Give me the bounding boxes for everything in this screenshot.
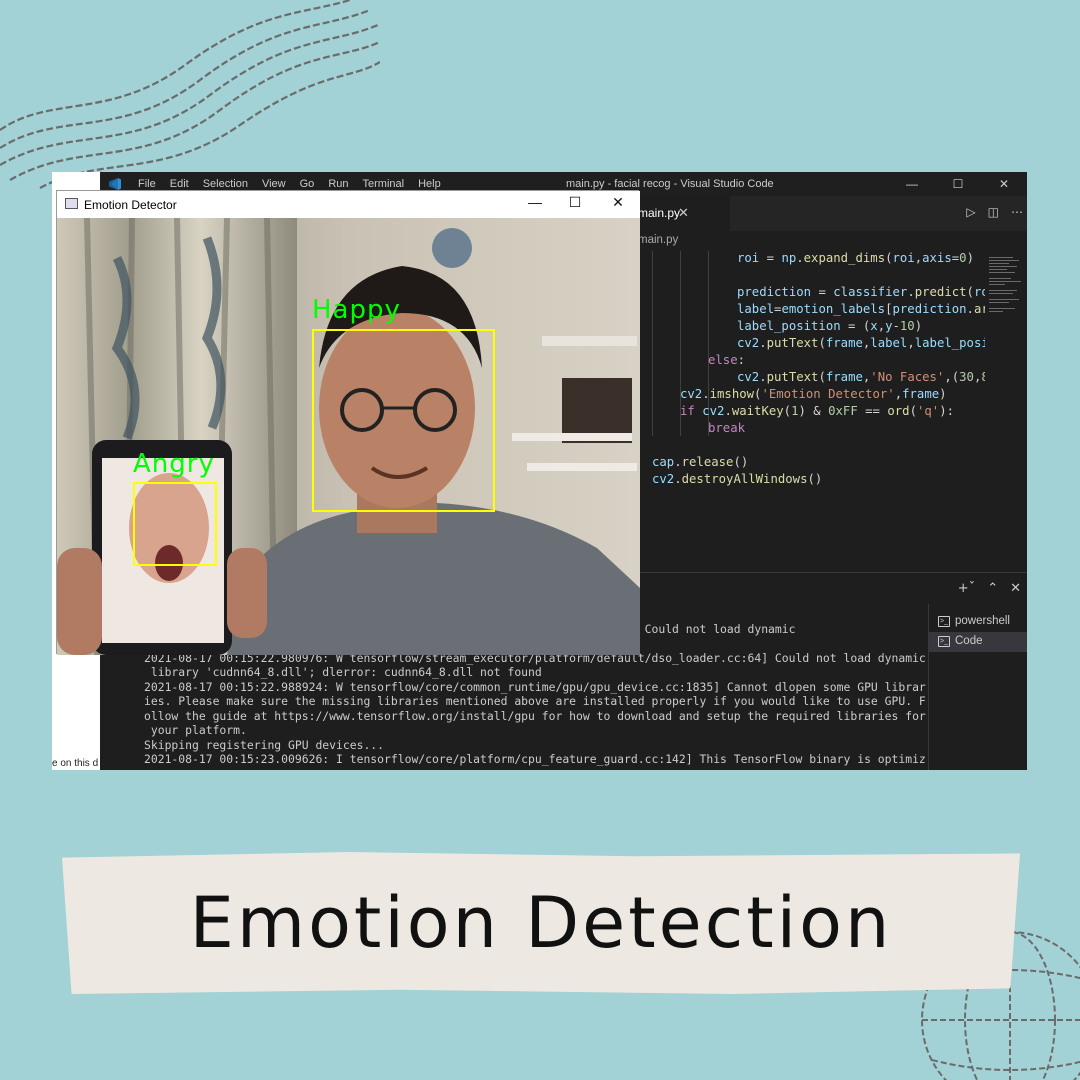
terminal-line: 2021-08-17 00:15:22.988924: W tensorflow… xyxy=(144,680,926,694)
code-line: roi = np.expand_dims(roi,axis=0) xyxy=(737,251,974,265)
run-icon[interactable]: ▷ xyxy=(966,205,975,219)
code-line: cv2.putText(frame,'No Faces',(30,80 xyxy=(737,370,985,384)
terminal-item-label: powershell xyxy=(955,615,1010,627)
menu-edit[interactable]: Edit xyxy=(170,178,189,190)
code-line: cap.release() xyxy=(652,455,749,469)
app-icon xyxy=(65,198,78,209)
terminal-icon: >_ xyxy=(938,616,950,627)
tab-close-icon[interactable]: ✕ xyxy=(678,206,689,221)
webcam-frame: Happy Angry xyxy=(57,218,640,655)
vscode-window-title: main.py - facial recog - Visual Studio C… xyxy=(566,178,774,190)
code-line: prediction = classifier.predict(roi xyxy=(737,285,985,299)
menu-terminal[interactable]: Terminal xyxy=(363,178,405,190)
terminal-item-label: Code xyxy=(955,635,983,647)
code-line: cv2.putText(frame,label,label_posit xyxy=(737,336,985,350)
terminal-list: >_ powershell >_ Code xyxy=(928,604,1027,770)
emotion-detector-titlebar: Emotion Detector — ☐ ✕ xyxy=(57,191,640,218)
menu-run[interactable]: Run xyxy=(328,178,348,190)
vscode-window-controls: — ☐ ✕ xyxy=(889,172,1027,196)
close-icon[interactable]: ✕ xyxy=(608,194,628,211)
detection-box-angry xyxy=(133,482,217,566)
code-line: cv2.imshow('Emotion Detector',frame) xyxy=(680,387,947,401)
terminal-line: ies. Please make sure the missing librar… xyxy=(144,694,926,708)
panel-actions: +ˇ ⌃ ✕ xyxy=(958,581,1021,596)
code-line: break xyxy=(708,421,746,435)
menu-selection[interactable]: Selection xyxy=(203,178,248,190)
code-line: cv2.destroyAllWindows() xyxy=(652,472,823,486)
code-line: else: xyxy=(708,353,746,367)
close-panel-icon[interactable]: ✕ xyxy=(1010,581,1021,596)
terminal-line: ollow the guide at https://www.tensorflo… xyxy=(144,709,926,723)
detection-label-happy: Happy xyxy=(312,295,401,325)
minimize-icon[interactable]: — xyxy=(525,194,545,210)
decorative-lines xyxy=(0,0,380,189)
minimap[interactable] xyxy=(985,251,1027,571)
menu-help[interactable]: Help xyxy=(418,178,441,190)
menu-file[interactable]: File xyxy=(138,178,156,190)
window-title: Emotion Detector xyxy=(84,198,177,212)
more-actions-icon[interactable]: ⋯ xyxy=(1011,205,1023,219)
tab-label: main.py xyxy=(638,206,681,220)
terminal-line: library 'cudnn64_8.dll'; dlerror: cudnn6… xyxy=(144,665,542,679)
code-editor[interactable]: roi = np.expand_dims(roi,axis=0) predict… xyxy=(630,251,985,571)
vscode-menu-bar: File Edit Selection View Go Run Terminal… xyxy=(138,178,441,190)
emotion-detector-window: Emotion Detector — ☐ ✕ Happy Angry xyxy=(56,190,640,655)
menu-view[interactable]: View xyxy=(262,178,286,190)
code-line: if cv2.waitKey(1) & 0xFF == ord('q'): xyxy=(680,404,955,418)
detection-box-happy xyxy=(312,329,495,512)
terminal-line: Skipping registering GPU devices... xyxy=(144,738,385,752)
chevron-up-icon[interactable]: ⌃ xyxy=(987,581,998,596)
detection-label-angry: Angry xyxy=(133,449,215,479)
new-terminal-icon[interactable]: +ˇ xyxy=(958,581,975,596)
terminal-item-code[interactable]: >_ Code xyxy=(929,632,1027,652)
code-line: label=emotion_labels[prediction.arg xyxy=(737,302,985,316)
terminal-item-powershell[interactable]: >_ powershell xyxy=(929,612,1027,632)
terminal-icon: >_ xyxy=(938,636,950,647)
maximize-icon[interactable]: ☐ xyxy=(935,172,981,196)
vscode-logo-icon xyxy=(109,178,121,190)
terminal-line: 2021-08-17 00:15:23.009626: I tensorflow… xyxy=(144,752,926,766)
minimize-icon[interactable]: — xyxy=(889,172,935,196)
banner-title: Emotion Detection xyxy=(189,882,893,964)
close-icon[interactable]: ✕ xyxy=(981,172,1027,196)
indent-guide xyxy=(652,251,653,436)
maximize-icon[interactable]: ☐ xyxy=(565,194,585,211)
terminal-line: your platform. xyxy=(144,723,247,737)
background-window-text: e on this d xyxy=(52,758,99,769)
code-line: label_position = (x,y-10) xyxy=(737,319,923,333)
menu-go[interactable]: Go xyxy=(300,178,315,190)
editor-actions: ▷ ◫ ⋯ xyxy=(966,205,1023,219)
split-editor-icon[interactable]: ◫ xyxy=(988,205,999,219)
